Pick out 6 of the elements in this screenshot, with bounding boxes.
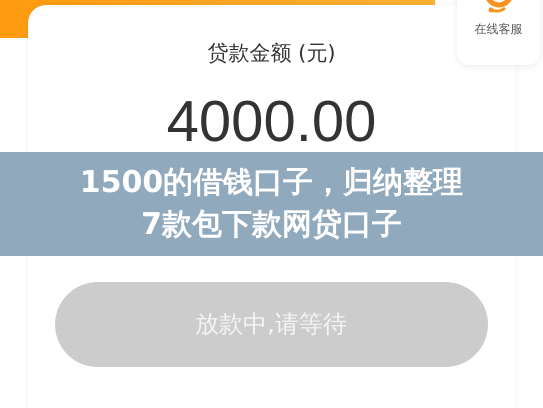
loan-amount: 4000.00 <box>166 90 376 154</box>
banner-title-line: 7款包下款网贷口子 <box>141 206 402 244</box>
customer-service-label: 在线客服 <box>474 21 522 38</box>
banner-title-line: 1500的借钱口子，归纳整理 <box>80 164 464 202</box>
loan-amount-label: 贷款金额 (元) <box>207 40 336 67</box>
customer-service-panel[interactable]: 在线客服 <box>457 0 540 65</box>
